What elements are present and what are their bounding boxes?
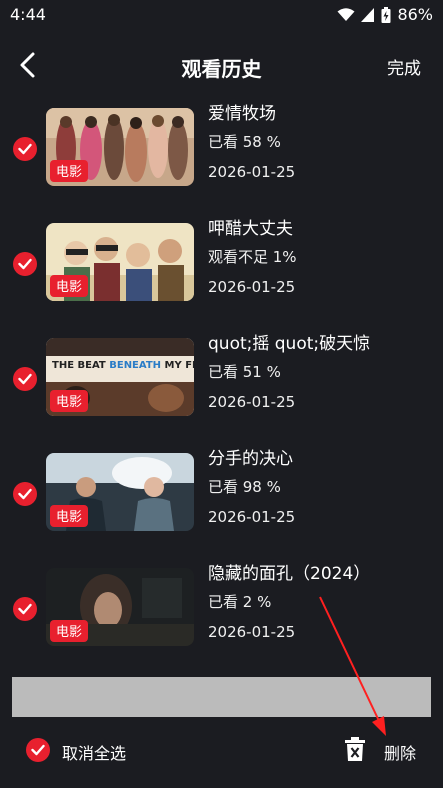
poster-thumbnail[interactable]: 电影 [46,568,194,646]
checkmark-icon [31,744,45,756]
item-date: 2026-01-25 [208,623,296,641]
status-bar: 4:44 86% [0,0,443,32]
item-progress: 观看不足 1% [208,248,297,266]
status-time: 4:44 [10,5,46,24]
movie-badge: 电影 [50,505,89,527]
item-title: 隐藏的面孔（2024） [208,564,371,584]
item-info: 爱情牧场 已看 58 % 2026-01-25 [208,100,436,182]
header: 观看历史 完成 [0,40,443,90]
movie-badge: 电影 [50,620,89,642]
history-item[interactable]: 电影 呷醋大丈夫 观看不足 1% 2026-01-25 [0,215,443,315]
poster-title-text: THE BEAT BENEATH MY FEET [52,360,194,371]
battery-percent: 86% [397,5,433,24]
checkmark-icon [18,373,32,385]
signal-icon [361,7,375,22]
checkmark-icon [18,258,32,270]
history-item[interactable]: 电影 隐藏的面孔（2024） 已看 2 % 2026-01-25 [0,560,443,660]
item-checkbox[interactable] [13,252,37,276]
poster-thumbnail[interactable]: 电影 [46,223,194,301]
item-checkbox[interactable] [13,482,37,506]
item-progress: 已看 98 % [208,478,281,496]
item-info: quot;摇 quot;破天惊 已看 51 % 2026-01-25 [208,330,436,412]
movie-badge: 电影 [50,275,89,297]
placeholder-bar [12,677,431,717]
item-title: 爱情牧场 [208,104,276,124]
item-info: 分手的决心 已看 98 % 2026-01-25 [208,445,436,527]
checkmark-icon [18,488,32,500]
item-checkbox[interactable] [13,597,37,621]
item-title: quot;摇 quot;破天惊 [208,334,371,354]
status-icons: 86% [337,5,433,24]
history-item[interactable]: 电影 爱情牧场 已看 58 % 2026-01-25 [0,100,443,200]
poster-thumbnail[interactable]: 电影 [46,453,194,531]
item-info: 呷醋大丈夫 观看不足 1% 2026-01-25 [208,215,436,297]
poster-thumbnail[interactable]: 电影 [46,108,194,186]
bottom-action-bar: 取消全选 删除 [0,724,443,774]
wifi-icon [337,7,355,21]
item-date: 2026-01-25 [208,163,296,181]
done-button[interactable]: 完成 [387,54,421,79]
item-progress: 已看 51 % [208,363,281,381]
item-progress: 已看 2 % [208,593,272,611]
trash-icon[interactable] [344,736,366,762]
item-checkbox[interactable] [13,137,37,161]
delete-button[interactable]: 删除 [384,740,416,764]
select-all-checkbox[interactable] [26,738,50,762]
page-title: 观看历史 [181,57,262,81]
item-progress: 已看 58 % [208,133,281,151]
item-date: 2026-01-25 [208,508,296,526]
deselect-all-button[interactable]: 取消全选 [62,740,126,764]
history-item[interactable]: 电影 分手的决心 已看 98 % 2026-01-25 [0,445,443,545]
item-date: 2026-01-25 [208,278,296,296]
movie-badge: 电影 [50,390,89,412]
item-info: 隐藏的面孔（2024） 已看 2 % 2026-01-25 [208,560,436,642]
item-date: 2026-01-25 [208,393,296,411]
battery-icon [381,6,391,23]
poster-thumbnail[interactable]: THE BEAT BENEATH MY FEET 电影 [46,338,194,416]
checkmark-icon [18,143,32,155]
checkmark-icon [18,603,32,615]
history-item[interactable]: THE BEAT BENEATH MY FEET 电影 quot;摇 quot;… [0,330,443,430]
movie-badge: 电影 [50,160,89,182]
item-title: 分手的决心 [208,449,293,469]
item-title: 呷醋大丈夫 [208,219,293,239]
item-checkbox[interactable] [13,367,37,391]
